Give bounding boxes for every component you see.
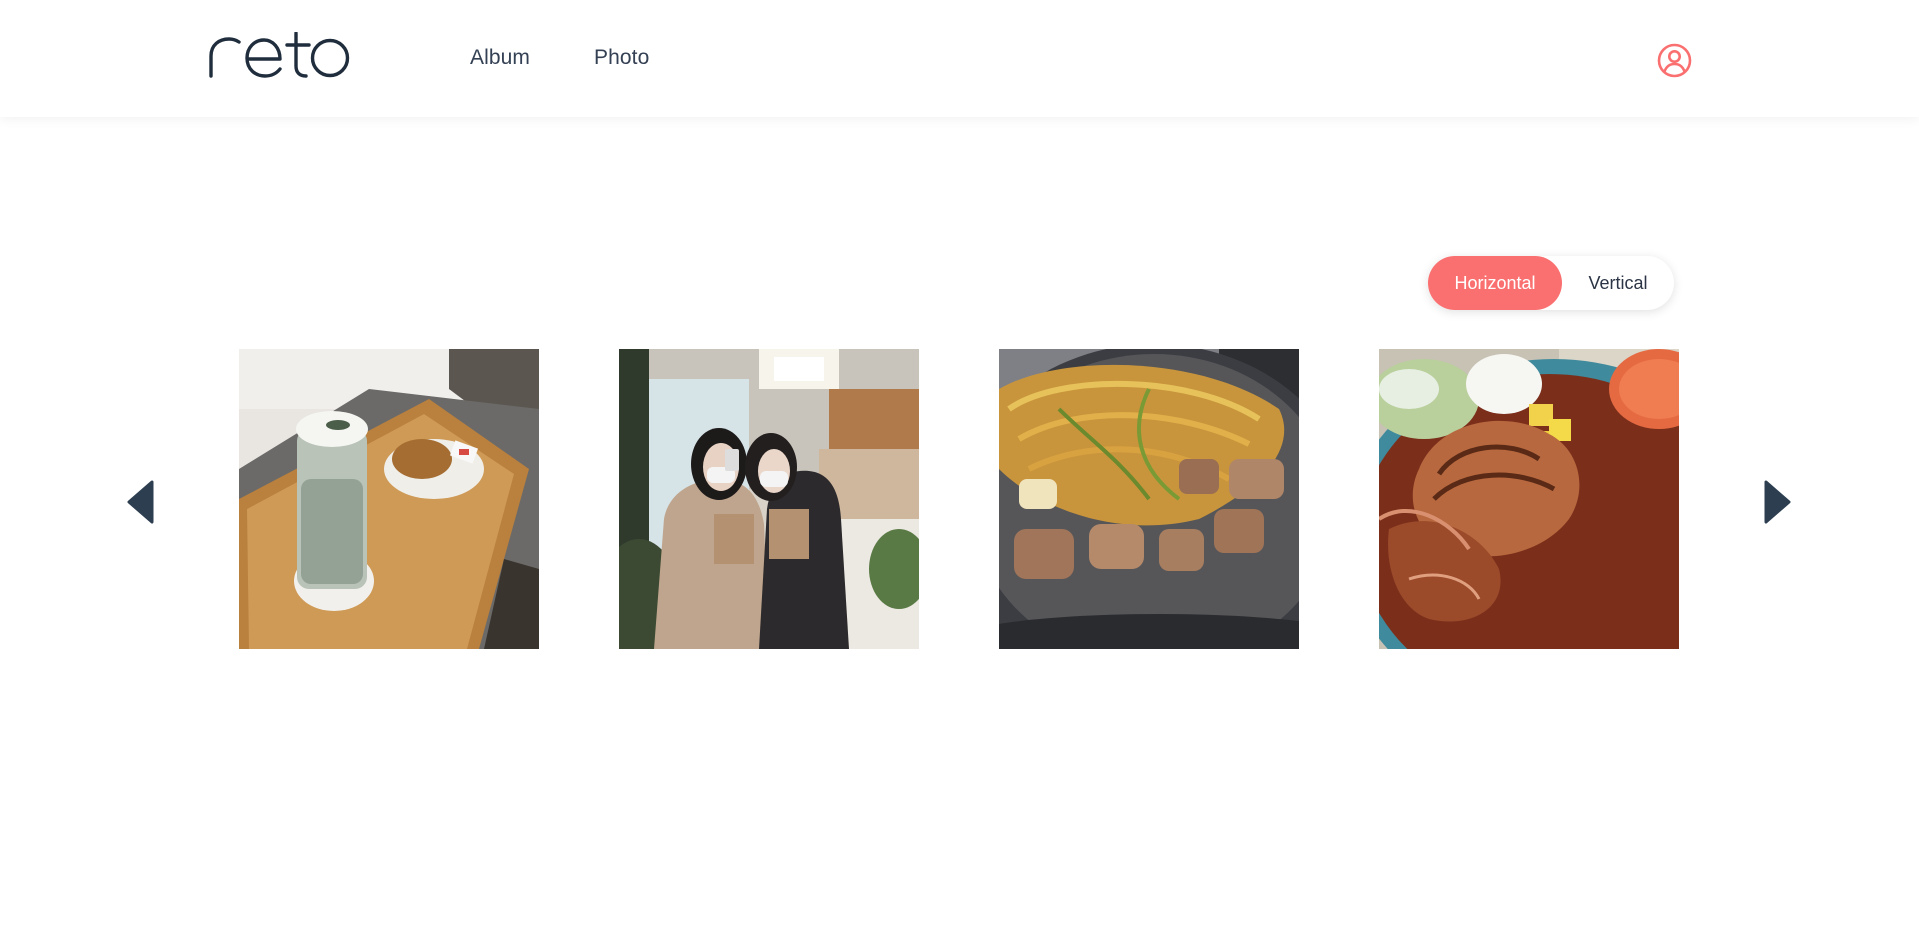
caret-left-icon[interactable] — [126, 480, 156, 524]
carousel-photo[interactable] — [999, 349, 1299, 649]
carousel-photo[interactable] — [239, 349, 539, 649]
carousel-photo[interactable] — [619, 349, 919, 649]
horizontal-toggle-button[interactable]: Horizontal — [1428, 256, 1562, 310]
nav-photo-link[interactable]: Photo — [594, 46, 649, 70]
view-mode-toggle: Horizontal Vertical — [1428, 256, 1674, 310]
top-navbar: Album Photo — [0, 0, 1919, 117]
caret-right-icon[interactable] — [1762, 480, 1792, 524]
user-circle-icon[interactable] — [1657, 43, 1692, 78]
reto-logo[interactable] — [208, 32, 350, 78]
vertical-toggle-button[interactable]: Vertical — [1562, 256, 1674, 310]
nav-album-link[interactable]: Album — [470, 46, 530, 70]
carousel-photo[interactable] — [1379, 349, 1679, 649]
